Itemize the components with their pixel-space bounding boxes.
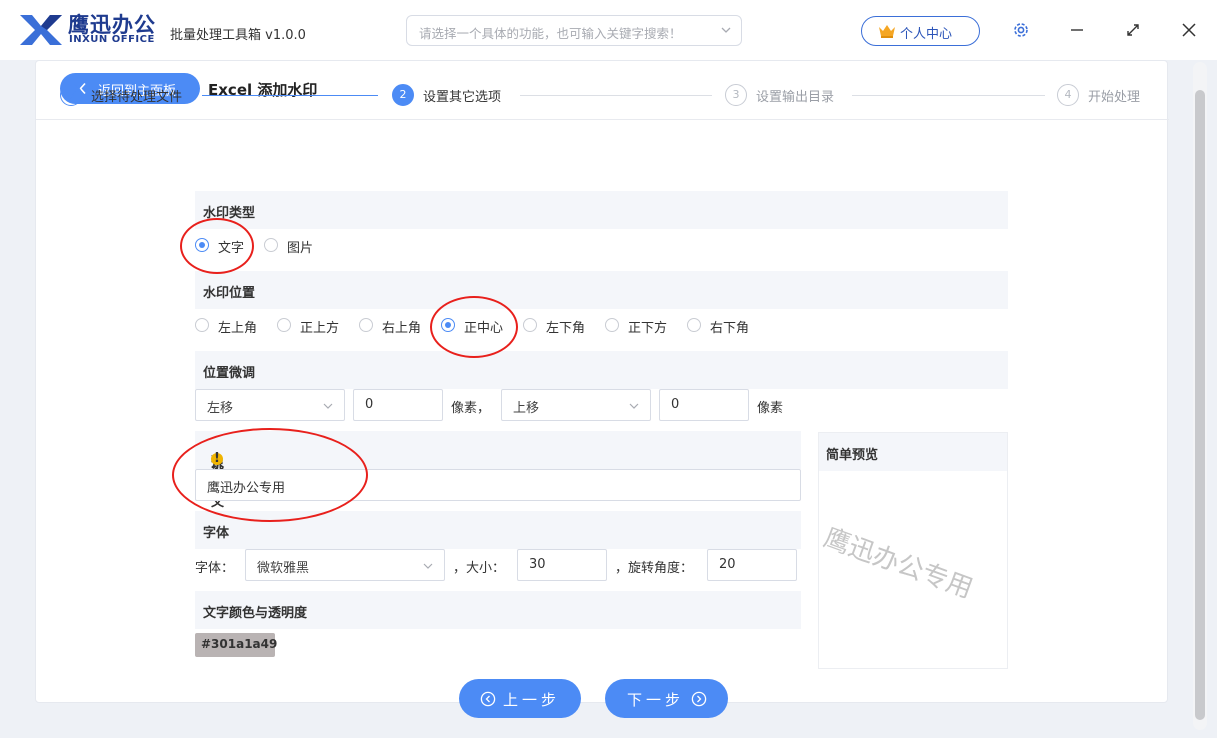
radio-dot (687, 318, 701, 332)
chevron-down-icon (721, 27, 731, 33)
section-fine-tune: 位置微调 (195, 351, 1008, 389)
radio-label: 右下角 (710, 321, 750, 336)
font-family-select[interactable]: 微软雅黑 (245, 549, 445, 581)
radio-dot (359, 318, 373, 332)
vertical-scrollbar[interactable] (1193, 62, 1207, 730)
section-title: 水印类型 (203, 206, 256, 221)
input-value: 20 (719, 557, 736, 572)
page-title: Excel 添加水印 (208, 81, 318, 99)
section-watermark-position: 水印位置 (195, 271, 1008, 309)
arrow-left-circle-icon (480, 691, 496, 707)
radio-label: 文字 (218, 241, 245, 256)
user-center-button[interactable]: 个人中心 (861, 16, 980, 46)
brand-name-en: INXUN OFFICE (69, 34, 155, 45)
preview-title: 简单预览 (826, 448, 879, 463)
maximize-icon[interactable] (1123, 20, 1143, 40)
radio-dot (195, 238, 209, 252)
radio-dot (277, 318, 291, 332)
step-connector (202, 95, 378, 96)
font-size-input[interactable]: 30 (517, 549, 607, 581)
info-icon[interactable]: ! (211, 452, 223, 465)
step-number: 3 (725, 84, 747, 106)
radio-label: 正下方 (628, 321, 668, 336)
radio-dot (605, 318, 619, 332)
unit-label: 像素 (757, 401, 784, 416)
section-watermark-text: * 水印文字 说明 ! (195, 431, 801, 529)
input-value: 30 (529, 557, 546, 572)
step-label: 选择待处理文件 (91, 90, 183, 105)
vertical-direction-select[interactable]: 上移 (501, 389, 651, 421)
preview-panel: 简单预览 鹰迅办公专用 (818, 432, 1008, 669)
input-value: 0 (671, 397, 680, 412)
watermark-text-input[interactable]: 鹰迅办公专用 (195, 469, 801, 501)
search-placeholder: 请选择一个具体的功能，也可输入关键字搜索！ (419, 26, 682, 41)
chevron-down-icon (629, 403, 639, 409)
radio-label: 图片 (287, 241, 314, 256)
input-value: 0 (365, 397, 374, 412)
radio-label: 右上角 (382, 321, 422, 336)
step-number: 2 (392, 84, 414, 106)
step-label: 设置其它选项 (423, 90, 502, 105)
section-title: 文字颜色与透明度 (203, 606, 308, 621)
color-value: #301a1a49 (201, 637, 278, 651)
step-connector (852, 95, 1045, 96)
color-picker[interactable]: #301a1a49 (195, 633, 278, 657)
radio-dot (264, 238, 278, 252)
radio-label: 左下角 (546, 321, 586, 336)
step-check-icon (60, 84, 82, 106)
size-label: ，大小： (453, 561, 506, 576)
inxun-logo-icon (20, 15, 62, 45)
section-watermark-type: 水印类型 (195, 191, 1008, 229)
section-font: 字体 (195, 511, 801, 549)
chevron-down-icon (323, 403, 333, 409)
panel-header: 返回到主面板 Excel 添加水印 (36, 61, 1169, 120)
select-value: 左移 (207, 401, 234, 416)
radio-dot (195, 318, 209, 332)
rotation-label: ，旋转角度： (615, 561, 694, 576)
close-icon[interactable] (1179, 20, 1199, 40)
preview-header: 简单预览 (819, 433, 1007, 471)
scrollbar-thumb[interactable] (1195, 90, 1205, 720)
function-search-select[interactable]: 请选择一个具体的功能，也可输入关键字搜索！ (406, 15, 742, 46)
app-title: 批量处理工具箱 v1.0.0 (170, 28, 306, 43)
title-bar: 鹰迅办公 INXUN OFFICE 批量处理工具箱 v1.0.0 请选择一个具体… (0, 0, 1217, 60)
section-title: 字体 (203, 526, 230, 541)
vertical-offset-input[interactable]: 0 (659, 389, 749, 421)
prev-step-button[interactable]: 上一步 (459, 679, 581, 718)
radio-label: 正中心 (464, 321, 504, 336)
step-label: 设置输出目录 (756, 90, 835, 105)
radio-label: 左上角 (218, 321, 258, 336)
crown-icon (879, 25, 895, 38)
rotation-angle-input[interactable]: 20 (707, 549, 797, 581)
section-title: 位置微调 (203, 366, 256, 381)
step-number: 4 (1057, 84, 1079, 106)
horizontal-direction-select[interactable]: 左移 (195, 389, 345, 421)
radio-label: 正上方 (300, 321, 340, 336)
horizontal-offset-input[interactable]: 0 (353, 389, 443, 421)
next-step-button[interactable]: 下一步 (605, 679, 728, 718)
arrow-right-circle-icon (691, 691, 707, 707)
radio-dot (523, 318, 537, 332)
select-value: 上移 (513, 401, 540, 416)
next-step-label: 下一步 (627, 691, 685, 709)
font-label: 字体： (195, 561, 235, 576)
minimize-icon[interactable] (1067, 20, 1087, 40)
unit-label: 像素， (451, 401, 491, 416)
preview-watermark-text: 鹰迅办公专用 (819, 523, 977, 605)
select-value: 微软雅黑 (257, 561, 310, 576)
prev-step-label: 上一步 (503, 691, 561, 709)
chevron-down-icon (423, 563, 433, 569)
section-color: 文字颜色与透明度 (195, 591, 801, 629)
user-center-label: 个人中心 (900, 27, 953, 42)
input-value: 鹰迅办公专用 (207, 481, 286, 496)
section-title: 水印位置 (203, 286, 256, 301)
gear-icon[interactable] (1011, 20, 1031, 40)
step-label: 开始处理 (1088, 90, 1141, 105)
step-connector (520, 95, 712, 96)
radio-dot (441, 318, 455, 332)
